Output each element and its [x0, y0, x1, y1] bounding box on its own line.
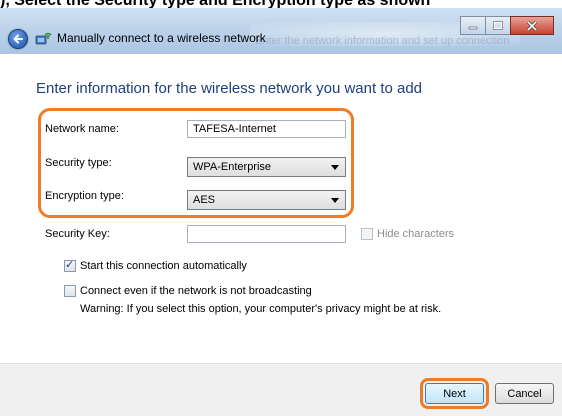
start-auto-checkbox[interactable] — [64, 258, 76, 272]
connect-broadcast-label: Connect even if the network is not broad… — [80, 285, 312, 297]
cancel-button[interactable]: Cancel — [495, 383, 554, 404]
titlebar-ghost-text: Enter the network information and set up… — [255, 35, 510, 47]
maximize-icon — [493, 21, 503, 30]
hide-characters-label: Hide characters — [377, 228, 455, 240]
back-arrow-icon — [13, 34, 23, 44]
maximize-button[interactable] — [485, 16, 511, 35]
minimize-button[interactable] — [460, 16, 486, 35]
minimize-icon — [468, 26, 478, 29]
window-controls — [460, 16, 554, 35]
close-button[interactable] — [510, 16, 554, 35]
security-key-label: Security Key: — [45, 228, 110, 240]
highlight-annotation — [38, 108, 354, 218]
next-highlight-annotation — [420, 378, 489, 409]
window-title: Manually connect to a wireless network — [57, 31, 266, 45]
start-auto-label: Start this connection automatically — [80, 260, 247, 272]
back-button[interactable] — [8, 29, 28, 49]
connect-broadcast-checkbox[interactable] — [64, 285, 76, 297]
security-key-field[interactable] — [187, 225, 346, 243]
close-icon — [526, 20, 538, 31]
wireless-network-icon — [35, 32, 52, 45]
hide-characters-checkbox[interactable] — [361, 228, 373, 240]
page-heading: Enter information for the wireless netwo… — [36, 80, 423, 97]
privacy-warning: Warning: If you select this option, your… — [80, 303, 442, 315]
